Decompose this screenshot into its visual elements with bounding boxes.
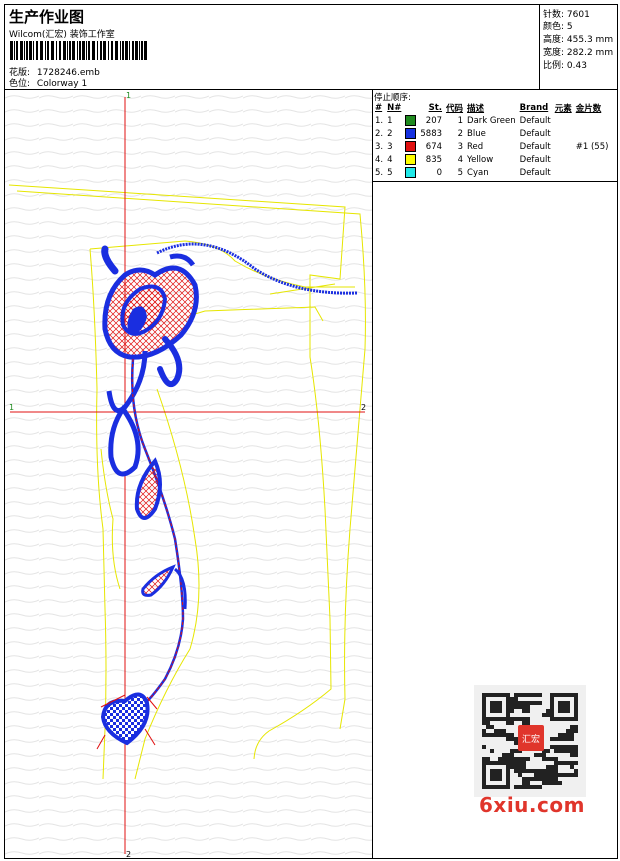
table-row: 5. 5 0 5 Cyan Default	[373, 166, 610, 179]
embroidery-drawing: 1 2 1 2	[5, 89, 372, 859]
row-stitches: 0	[436, 167, 443, 178]
color-swatch	[403, 140, 418, 153]
row-code: 3	[457, 141, 464, 152]
colorway-label: 色位:	[9, 79, 31, 89]
colorway-row: 色位: Colorway 1	[9, 76, 87, 89]
header-info: 生产作业图 Wilcom(汇宏) 装饰工作室 花版: 1728246.emb 色…	[7, 5, 537, 89]
row-stitches: 835	[425, 154, 443, 165]
stop-sequence-panel: 停止顺序: # N# St. 代码 描述 Brand 元素 金片数 1. 1 207…	[372, 89, 617, 182]
row-index: 5.	[375, 167, 384, 178]
col-sequin: 金片数	[575, 103, 602, 114]
row-brand: Default	[519, 128, 551, 139]
worksheet-header: 生产作业图 Wilcom(汇宏) 装饰工作室 花版: 1728246.emb 色…	[5, 5, 617, 90]
table-row: 2. 2 5883 2 Blue Default	[373, 127, 610, 140]
col-needle: N#	[387, 102, 402, 113]
row-element	[553, 114, 574, 127]
color-swatch	[403, 114, 418, 127]
qr-stamp: 汇宏	[522, 733, 540, 745]
col-code: 代码	[446, 103, 464, 114]
row-description: Yellow	[467, 154, 494, 165]
row-brand: Default	[519, 167, 551, 178]
production-worksheet: 生产作业图 Wilcom(汇宏) 装饰工作室 花版: 1728246.emb 色…	[4, 4, 618, 859]
row-index: 2.	[375, 128, 384, 139]
row-code: 1	[457, 115, 464, 126]
table-header-row: # N# St. 代码 描述 Brand 元素 金片数	[373, 101, 610, 114]
row-index: 4.	[375, 154, 384, 165]
row-description: Blue	[467, 128, 486, 139]
table-row: 4. 4 835 4 Yellow Default	[373, 153, 610, 166]
row-stitches: 5883	[420, 128, 443, 139]
row-index: 3.	[375, 141, 384, 152]
row-description: Red	[467, 141, 484, 152]
row-needle: 3	[387, 141, 393, 152]
row-code: 2	[457, 128, 464, 139]
color-swatch	[403, 166, 418, 179]
row-stitches: 674	[425, 141, 443, 152]
col-element: 元素	[554, 103, 572, 114]
row-brand: Default	[519, 115, 551, 126]
row-element	[553, 127, 574, 140]
row-code: 5	[457, 167, 464, 178]
row-description: Cyan	[467, 167, 489, 178]
axis-label-right: 2	[361, 403, 366, 412]
design-scale: 比例: 0.43	[543, 61, 587, 71]
row-description: Dark Green	[467, 115, 516, 126]
axis-label-left: 1	[9, 403, 14, 412]
axis-label-top: 1	[126, 91, 131, 100]
row-element	[553, 166, 574, 179]
row-code: 4	[457, 154, 464, 165]
row-stitches: 207	[425, 115, 443, 126]
qr-code: 汇宏	[474, 685, 586, 797]
barcode	[10, 41, 147, 60]
row-sequin	[574, 114, 611, 127]
company-name: Wilcom(汇宏) 装饰工作室	[9, 30, 115, 40]
row-sequin	[574, 153, 611, 166]
axis-label-bottom: 2	[126, 850, 131, 859]
row-sequin: #1 (55)	[575, 141, 609, 152]
color-swatch	[403, 127, 418, 140]
color-swatch	[403, 153, 418, 166]
design-stats: 针数: 7601 颜色: 5 高度: 455.3 mm 宽度: 282.2 mm…	[539, 5, 618, 89]
row-index: 1.	[375, 115, 384, 126]
row-needle: 2	[387, 128, 393, 139]
page-title: 生产作业图	[9, 8, 85, 26]
stop-sequence-table: # N# St. 代码 描述 Brand 元素 金片数 1. 1 207 1 Dark …	[373, 101, 610, 179]
color-count: 颜色: 5	[543, 22, 573, 32]
table-row: 3. 3 674 3 Red Default #1 (55)	[373, 140, 610, 153]
row-brand: Default	[519, 154, 551, 165]
design-preview: 1 2 1 2	[5, 89, 373, 859]
fabric-texture	[5, 89, 372, 859]
row-element	[553, 140, 574, 153]
col-stitches: St.	[428, 102, 443, 113]
col-brand: Brand	[519, 102, 549, 113]
row-needle: 5	[387, 167, 393, 178]
design-height: 高度: 455.3 mm	[543, 35, 614, 45]
design-width: 宽度: 282.2 mm	[543, 48, 614, 58]
col-index: #	[375, 102, 383, 113]
row-needle: 1	[387, 115, 393, 126]
row-sequin	[574, 127, 611, 140]
table-row: 1. 1 207 1 Dark Green Default	[373, 114, 610, 127]
col-description: 描述	[467, 103, 485, 114]
row-sequin	[574, 166, 611, 179]
row-brand: Default	[519, 141, 551, 152]
colorway-name: Colorway 1	[36, 79, 88, 89]
row-element	[553, 153, 574, 166]
row-needle: 4	[387, 154, 393, 165]
watermark-logo: 6xiu.com	[479, 793, 585, 817]
col-swatch	[403, 101, 418, 114]
